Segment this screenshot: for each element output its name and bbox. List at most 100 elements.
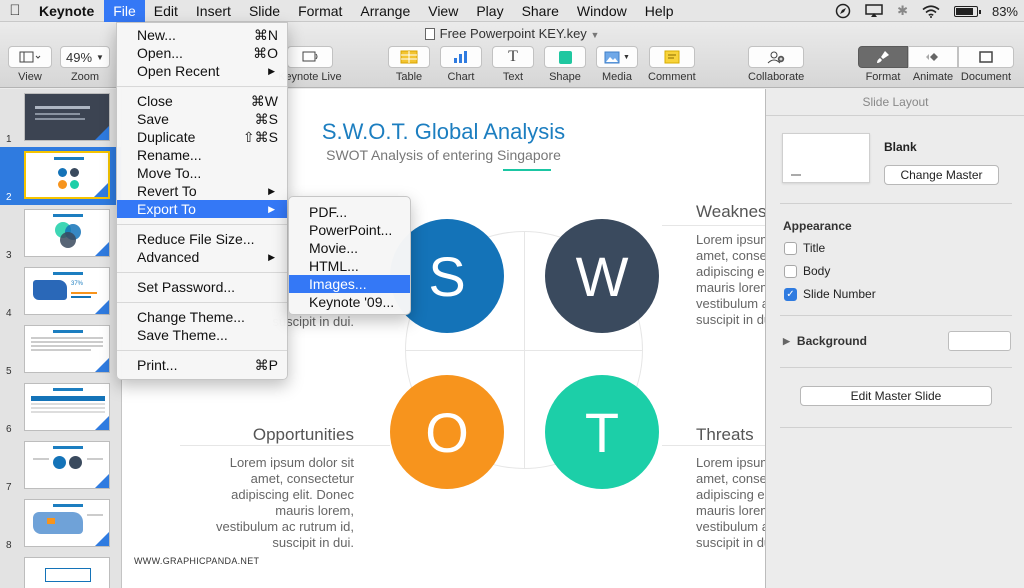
menu-file[interactable]: File <box>104 0 145 22</box>
menu-item-export-to[interactable]: Export To ▶ <box>117 200 287 218</box>
background-color-well[interactable] <box>948 331 1011 351</box>
slide-preview <box>24 93 110 141</box>
menu-separator <box>117 86 287 87</box>
document-tab-button[interactable] <box>958 46 1014 68</box>
menu-item-new[interactable]: New... ⌘N <box>117 26 287 44</box>
menu-format[interactable]: Format <box>289 0 351 22</box>
menu-item-set-password[interactable]: Set Password... <box>117 278 287 296</box>
view-button[interactable] <box>8 46 52 68</box>
body-checkbox-row[interactable]: Body <box>784 264 830 278</box>
edit-master-slide-button[interactable]: Edit Master Slide <box>800 386 992 406</box>
slide-number-checkbox[interactable]: ✓ <box>784 287 797 301</box>
collaborate-button[interactable] <box>748 46 805 68</box>
text-button[interactable]: T <box>492 46 534 68</box>
menu-item-move-to[interactable]: Move To... <box>117 164 287 182</box>
weakness-circle[interactable]: W <box>545 219 659 333</box>
menu-edit[interactable]: Edit <box>145 0 187 22</box>
export-images[interactable]: Images... <box>289 275 410 293</box>
table-button[interactable] <box>388 46 430 68</box>
document-tab[interactable]: Document <box>958 46 1014 83</box>
menu-window[interactable]: Window <box>568 0 636 22</box>
document-title[interactable]: Free Powerpoint KEY.key <box>440 26 587 41</box>
opportunities-body[interactable]: Lorem ipsum dolor sit amet, consectetur … <box>162 455 354 551</box>
comment-button[interactable] <box>648 46 695 68</box>
menu-item-duplicate[interactable]: Duplicate ⇧⌘S <box>117 128 287 146</box>
slide-thumbnail-3[interactable]: 3 <box>0 205 121 263</box>
export-powerpoint[interactable]: PowerPoint... <box>289 221 410 239</box>
export-movie[interactable]: Movie... <box>289 239 410 257</box>
menu-item-advanced[interactable]: Advanced ▶ <box>117 248 287 266</box>
menu-item-save[interactable]: Save ⌘S <box>117 110 287 128</box>
title-checkbox[interactable] <box>784 241 797 255</box>
change-master-button[interactable]: Change Master <box>884 165 999 185</box>
weakness-heading[interactable]: Weakness <box>696 202 765 222</box>
body-checkbox[interactable] <box>784 264 797 278</box>
disclosure-triangle-icon[interactable]: ▶ <box>783 336 790 347</box>
slide-thumbnail-6[interactable]: 6 <box>0 379 121 437</box>
submenu-arrow-icon: ▶ <box>268 66 275 76</box>
format-tab-button[interactable] <box>858 46 908 68</box>
chart-button[interactable] <box>440 46 482 68</box>
zoom-select[interactable]: 49% ▼ <box>60 46 110 68</box>
media-photo-icon <box>604 51 620 63</box>
slide-thumbnail-7[interactable]: 7 <box>0 437 121 495</box>
slide-thumbnail-8[interactable]: 8 <box>0 495 121 553</box>
threats-heading[interactable]: Threats <box>696 425 754 445</box>
slide-thumbnail-1[interactable]: 1 <box>0 89 121 147</box>
master-thumbnail[interactable] <box>782 133 870 183</box>
menu-play[interactable]: Play <box>467 0 512 22</box>
slide-navigator[interactable]: 1 2 3 37% 4 5 6 7 8 <box>0 89 122 588</box>
keynote-live-button[interactable] <box>286 46 333 68</box>
slide-thumbnail-9[interactable] <box>0 553 121 588</box>
menu-slide[interactable]: Slide <box>240 0 289 22</box>
slide-footer[interactable]: WWW.GRAPHICPANDA.NET <box>134 556 259 566</box>
background-disclosure[interactable]: ▶ Background <box>783 334 867 348</box>
menu-item-label: Set Password... <box>137 279 236 295</box>
menu-help[interactable]: Help <box>636 0 683 22</box>
apple-icon[interactable]:  <box>0 2 30 19</box>
menu-item-open-recent[interactable]: Open Recent ▶ <box>117 62 287 80</box>
menu-item-open[interactable]: Open... ⌘O <box>117 44 287 62</box>
threats-circle[interactable]: T <box>545 375 659 489</box>
wifi-icon[interactable] <box>922 4 940 18</box>
slide-number-checkbox-row[interactable]: ✓ Slide Number <box>784 287 876 301</box>
battery-icon[interactable] <box>953 5 981 17</box>
menu-item-reduce-file-size[interactable]: Reduce File Size... <box>117 230 287 248</box>
bluetooth-icon[interactable]: ✱ <box>897 3 908 19</box>
format-tab[interactable]: Format <box>858 46 908 83</box>
shape-button[interactable] <box>544 46 586 68</box>
animate-tab[interactable]: Animate <box>908 46 958 83</box>
menu-item-change-theme[interactable]: Change Theme... <box>117 308 287 326</box>
slide-thumbnail-4[interactable]: 37% 4 <box>0 263 121 321</box>
export-pdf[interactable]: PDF... <box>289 203 410 221</box>
slide-thumbnail-5[interactable]: 5 <box>0 321 121 379</box>
submenu-arrow-icon: ▶ <box>268 186 275 196</box>
opportunities-circle[interactable]: O <box>390 375 504 489</box>
threats-body[interactable]: Lorem ipsum dolor sit amet, consectetur … <box>696 455 765 551</box>
menu-item-revert-to[interactable]: Revert To ▶ <box>117 182 287 200</box>
submenu-arrow-icon: ▶ <box>268 252 275 262</box>
menu-item-print[interactable]: Print... ⌘P <box>117 356 287 374</box>
media-button[interactable]: ▼ <box>596 46 638 68</box>
swot-cross-vertical <box>524 231 525 469</box>
menu-share[interactable]: Share <box>513 0 568 22</box>
animate-tab-button[interactable] <box>908 46 958 68</box>
title-checkbox-row[interactable]: Title <box>784 241 825 255</box>
menu-view[interactable]: View <box>419 0 467 22</box>
airplay-icon[interactable] <box>865 4 883 18</box>
weakness-body[interactable]: Lorem ipsum dolor sit amet, consectetur … <box>696 232 765 328</box>
slide-thumbnail-2[interactable]: 2 <box>0 147 121 205</box>
menu-item-close[interactable]: Close ⌘W <box>117 92 287 110</box>
menu-app-name[interactable]: Keynote <box>30 0 104 22</box>
comment-label: Comment <box>648 71 696 83</box>
export-keynote-09[interactable]: Keynote '09... <box>289 293 410 311</box>
menu-arrange[interactable]: Arrange <box>351 0 419 22</box>
chevron-down-icon[interactable]: ▼ <box>590 30 599 40</box>
compass-icon[interactable] <box>835 3 851 19</box>
zoom-control: 49% ▼ Zoom <box>60 46 110 83</box>
menu-item-rename[interactable]: Rename... <box>117 146 287 164</box>
menu-insert[interactable]: Insert <box>187 0 240 22</box>
opportunities-heading[interactable]: Opportunities <box>182 425 354 445</box>
menu-item-save-theme[interactable]: Save Theme... <box>117 326 287 344</box>
export-html[interactable]: HTML... <box>289 257 410 275</box>
